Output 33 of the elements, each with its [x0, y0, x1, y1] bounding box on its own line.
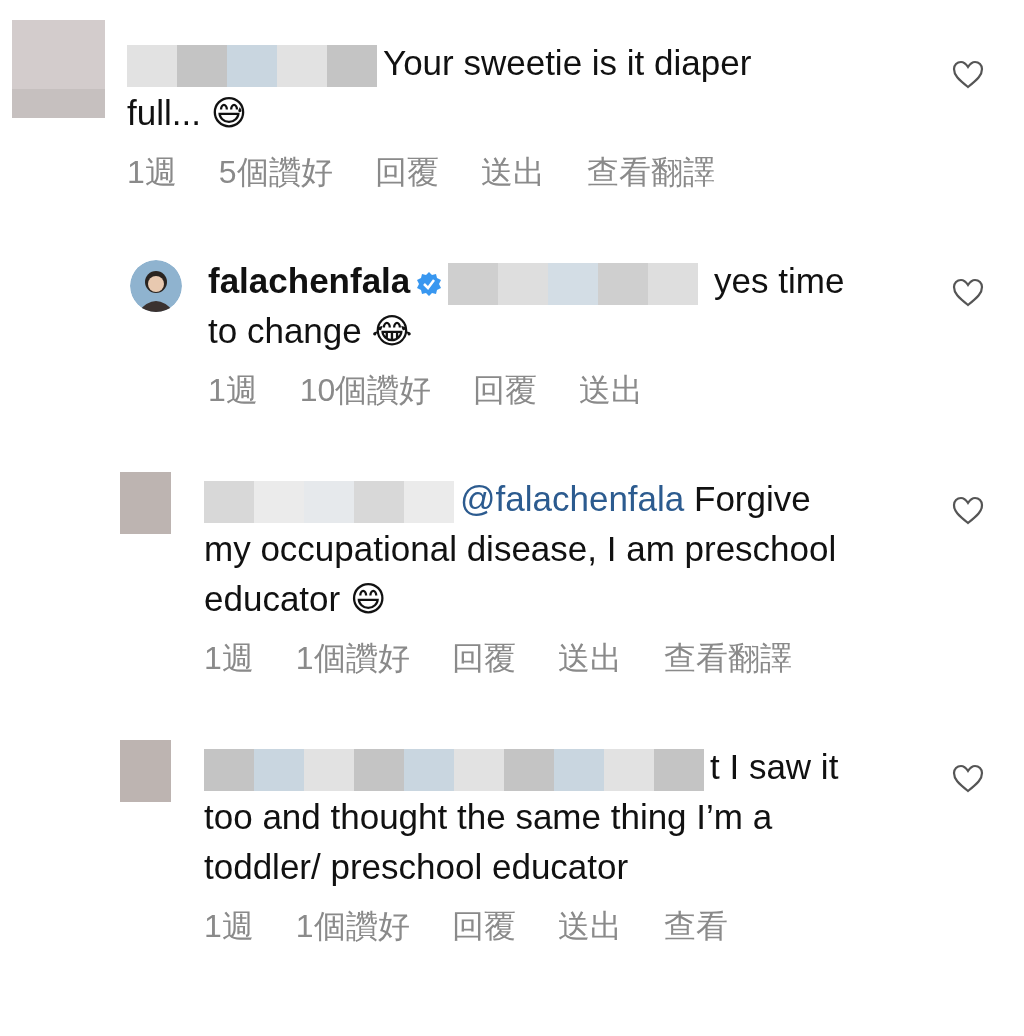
- heart-icon[interactable]: [952, 496, 984, 526]
- avatar[interactable]: [130, 260, 182, 312]
- username[interactable]: falachenfala: [208, 261, 411, 300]
- comment-time: 1週: [204, 907, 254, 946]
- comment-text: t I saw it too and thought the same thing I’m a toddler/ preschool educator: [204, 746, 840, 888]
- heart-icon[interactable]: [952, 764, 984, 794]
- comment-action[interactable]: 送出: [579, 368, 644, 412]
- comment-time: 1週: [208, 371, 258, 410]
- like-count[interactable]: 1個讚好: [295, 636, 410, 680]
- comment-action[interactable]: 回覆: [374, 150, 439, 194]
- comment-text: @falachenfala Forgive my occupational disease, I am preschool educator 😄: [204, 478, 838, 620]
- comment-text: Your sweetie is it diaper full... 😅: [127, 42, 753, 134]
- comment-text: falachenfala yes time to change 😂: [208, 260, 846, 352]
- comment-action[interactable]: 查看: [663, 904, 728, 948]
- comment-action[interactable]: 送出: [557, 904, 622, 948]
- comment-action[interactable]: 送出: [480, 150, 545, 194]
- comment-action[interactable]: 查看翻譯: [663, 636, 792, 680]
- heart-icon[interactable]: [952, 278, 984, 308]
- heart-icon[interactable]: [952, 60, 984, 90]
- redacted-avatar: [120, 472, 174, 534]
- comment-action[interactable]: 回覆: [473, 368, 538, 412]
- comment-action[interactable]: 送出: [557, 636, 622, 680]
- like-count[interactable]: 1個讚好: [295, 904, 410, 948]
- redacted-avatar: [120, 740, 174, 802]
- like-count[interactable]: 10個讚好: [299, 368, 432, 412]
- comment-time: 1週: [127, 153, 177, 192]
- mention-link[interactable]: @falachenfala: [460, 479, 685, 518]
- comment-time: 1週: [204, 639, 254, 678]
- comment-action[interactable]: 回覆: [451, 636, 516, 680]
- verified-badge-icon: [416, 270, 443, 297]
- like-count[interactable]: 5個讚好: [218, 150, 333, 194]
- comment-action[interactable]: 查看翻譯: [586, 150, 715, 194]
- comment-action[interactable]: 回覆: [451, 904, 516, 948]
